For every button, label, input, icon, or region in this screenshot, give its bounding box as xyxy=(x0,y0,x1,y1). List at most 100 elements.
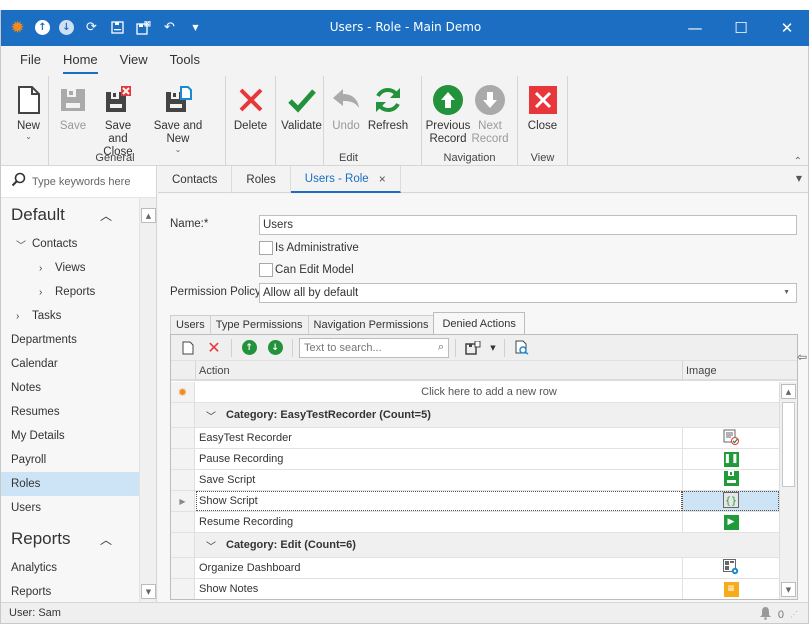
print-preview-button[interactable] xyxy=(511,338,533,358)
table-row[interactable]: Resume Recording ▶ xyxy=(171,512,779,533)
checkbox-box[interactable] xyxy=(259,263,273,277)
image-cell[interactable]: ▶ xyxy=(682,512,779,532)
doc-tab-contacts[interactable]: Contacts xyxy=(158,166,233,193)
table-row[interactable]: Pause Recording ❚❚ xyxy=(171,449,779,470)
ribbon-tab-file[interactable]: File xyxy=(9,46,52,76)
scroll-down-icon[interactable]: ▼ xyxy=(781,582,796,597)
tab-navigation-permissions[interactable]: Navigation Permissions xyxy=(307,315,435,334)
easytest-recorder-icon xyxy=(723,429,739,448)
action-cell[interactable]: EasyTest Recorder xyxy=(196,428,682,448)
new-row-button[interactable] xyxy=(177,338,199,358)
action-cell[interactable]: Show Notes xyxy=(196,579,682,599)
nav-item-contact-reports[interactable]: › Reports xyxy=(1,280,140,304)
group-row[interactable]: ﹀ Category: Edit (Count=6) xyxy=(171,533,779,558)
nav-item-contacts[interactable]: ﹀ Contacts xyxy=(1,232,140,256)
nav-group-label: Default xyxy=(11,205,65,224)
image-cell[interactable]: ❚❚ xyxy=(682,449,779,469)
nav-item-tasks[interactable]: › Tasks xyxy=(1,304,140,328)
organize-dashboard-icon xyxy=(723,558,739,578)
permission-policy-select[interactable]: Allow all by default ▼ xyxy=(259,283,797,303)
image-cell[interactable]: {} xyxy=(682,491,779,511)
close-window-button[interactable]: ✕ xyxy=(764,10,809,46)
ribbon-tab-tools[interactable]: Tools xyxy=(159,46,211,76)
nav-item-roles[interactable]: Roles xyxy=(1,472,140,496)
scroll-thumb[interactable] xyxy=(782,402,795,487)
layout-dropdown-icon[interactable]: ▼ xyxy=(488,338,498,358)
grid-search-input[interactable]: Text to search... ⌕ xyxy=(299,337,449,358)
resize-grip-icon[interactable]: ⋰ xyxy=(790,610,798,619)
play-icon: ▶ xyxy=(723,514,739,530)
action-cell[interactable]: Show Script xyxy=(196,491,682,511)
delete-button[interactable]: Delete xyxy=(230,76,271,166)
chevron-down-icon[interactable]: ﹀ xyxy=(206,538,216,553)
image-cell[interactable] xyxy=(682,470,779,490)
action-cell[interactable]: Resume Recording xyxy=(196,512,682,532)
table-row[interactable]: Save Script xyxy=(171,470,779,491)
image-cell[interactable] xyxy=(682,558,779,578)
is-administrative-checkbox[interactable]: Is Administrative xyxy=(259,241,359,255)
ribbon-group-edit: Validate Undo Refresh Edit xyxy=(276,76,422,166)
scroll-down-icon[interactable]: ▼ xyxy=(141,584,156,599)
scroll-up-icon[interactable]: ▲ xyxy=(781,384,796,399)
chevron-down-icon[interactable]: ﹀ xyxy=(206,408,216,423)
grid-scrollbar[interactable]: ▲ ▼ xyxy=(779,382,797,599)
nav-item-resumes[interactable]: Resumes xyxy=(1,400,140,424)
splitter-arrow-icon[interactable]: ⇦ xyxy=(797,350,807,364)
document-tabs: Contacts Roles Users - Role × ▼ xyxy=(158,166,808,193)
close-tab-icon[interactable]: × xyxy=(379,172,386,186)
tab-denied-actions[interactable]: Denied Actions xyxy=(433,312,525,334)
move-up-button[interactable]: ↑ xyxy=(238,338,260,358)
table-row[interactable]: Organize Dashboard xyxy=(171,558,779,579)
doc-tab-users-role[interactable]: Users - Role × xyxy=(290,166,401,193)
nav-item-payroll[interactable]: Payroll xyxy=(1,448,140,472)
scroll-up-icon[interactable]: ▲ xyxy=(141,208,156,223)
ribbon-tab-home[interactable]: Home xyxy=(52,46,109,76)
tab-users[interactable]: Users xyxy=(170,315,211,334)
new-row-text[interactable]: Click here to add a new row xyxy=(196,382,779,402)
new-document-icon xyxy=(13,84,45,116)
nav-scrollbar[interactable]: ▲ ▼ xyxy=(139,198,156,602)
new-item-row[interactable]: ✹ Click here to add a new row xyxy=(171,382,779,403)
nav-item-notes[interactable]: Notes xyxy=(1,376,140,400)
nav-item-views[interactable]: › Views xyxy=(1,256,140,280)
tabs-dropdown-icon[interactable]: ▼ xyxy=(796,174,802,183)
permission-policy-label: Permission Policy: xyxy=(170,286,264,298)
save-layout-button[interactable] xyxy=(462,338,484,358)
group-header[interactable]: ﹀ Category: EasyTestRecorder (Count=5) xyxy=(196,403,779,427)
nav-group-default[interactable]: Default ︿ xyxy=(1,198,140,232)
table-row[interactable]: Show Notes ≡ xyxy=(171,579,779,599)
nav-item-reports[interactable]: Reports xyxy=(1,580,140,604)
nav-item-analytics[interactable]: Analytics xyxy=(1,556,140,580)
nav-group-reports[interactable]: Reports ︿ xyxy=(1,522,140,556)
action-cell[interactable]: Pause Recording xyxy=(196,449,682,469)
name-field[interactable]: Users xyxy=(259,215,797,235)
group-row[interactable]: ﹀ Category: EasyTestRecorder (Count=5) xyxy=(171,403,779,428)
tab-label: Roles xyxy=(246,173,276,186)
table-row-focused[interactable]: ▶ Show Script {} xyxy=(171,491,779,512)
bell-icon[interactable] xyxy=(759,606,772,623)
minimize-button[interactable]: — xyxy=(672,10,718,46)
nav-item-users[interactable]: Users xyxy=(1,496,140,520)
nav-item-calendar[interactable]: Calendar xyxy=(1,352,140,376)
action-cell[interactable]: Organize Dashboard xyxy=(196,558,682,578)
dropdown-arrow-icon[interactable]: ▼ xyxy=(783,289,790,296)
nav-item-departments[interactable]: Departments xyxy=(1,328,140,352)
delete-row-button[interactable]: ✕ xyxy=(203,338,225,358)
column-header-action[interactable]: Action xyxy=(195,361,682,381)
maximize-button[interactable]: ☐ xyxy=(718,10,764,46)
can-edit-model-checkbox[interactable]: Can Edit Model xyxy=(259,263,354,277)
move-down-button[interactable]: ↓ xyxy=(264,338,286,358)
doc-tab-roles[interactable]: Roles xyxy=(232,166,291,193)
tab-type-permissions[interactable]: Type Permissions xyxy=(209,315,309,334)
checkbox-box[interactable] xyxy=(259,241,273,255)
action-cell[interactable]: Save Script xyxy=(196,470,682,490)
image-cell[interactable]: ≡ xyxy=(682,579,779,599)
nav-search[interactable]: Type keywords here xyxy=(1,166,156,198)
group-header[interactable]: ﹀ Category: Edit (Count=6) xyxy=(196,533,779,557)
table-row[interactable]: EasyTest Recorder xyxy=(171,428,779,449)
image-cell[interactable] xyxy=(682,428,779,448)
ribbon-tab-view[interactable]: View xyxy=(109,46,159,76)
chevron-up-icon: ︿ xyxy=(99,208,112,223)
column-header-image[interactable]: Image xyxy=(682,361,779,381)
nav-item-my-details[interactable]: My Details xyxy=(1,424,140,448)
